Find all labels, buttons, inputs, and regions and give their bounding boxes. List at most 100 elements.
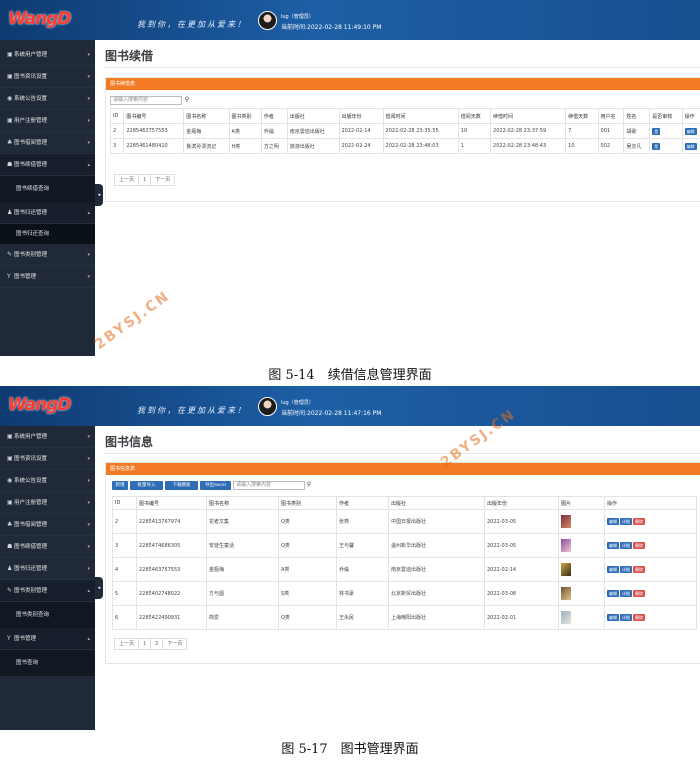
- header-bar: WangD 我到你，在更加从爱来！ lug（管理员） 当前时间:2022-02-…: [0, 386, 700, 426]
- sidebar-item[interactable]: ▣用户注册管理 ▾: [0, 492, 95, 514]
- user-name: lug（管理员）: [281, 14, 314, 20]
- sidebar-subitem[interactable]: 图书查询: [0, 650, 95, 676]
- data-table: ID 图书编号 图书名称 图书类别 作者 出版社 出版年份 借阅时间 借阅天数 续借时间 续借天数用…: [109, 108, 700, 154]
- sidebar-item[interactable]: Y 图书管理 ▴: [0, 628, 95, 650]
- menu-icon: ✎: [7, 251, 13, 258]
- table-row: 3 2285474686305 安徒生童话 Q类 王与馨 温州新华出版社 2022-03-0…: [112, 533, 697, 558]
- delete-button[interactable]: 删除: [633, 590, 645, 597]
- next-page-button[interactable]: 下一页: [150, 174, 176, 186]
- header-bar: WangD 我到你，在更加从爱来！ lug（管理员） 当前时间:2022-02-…: [0, 0, 700, 40]
- screenshot-renew: WangD 我到你，在更加从爱来！ lug（管理员） 当前时间:2022-02-…: [0, 0, 700, 356]
- download-template-button[interactable]: 下载模板: [165, 481, 198, 490]
- batch-import-button[interactable]: 批量导入: [130, 481, 163, 490]
- slogan: 我到你，在更加从爱来！: [137, 20, 247, 29]
- sidebar-item[interactable]: ✎ 图书类别管理 ▾: [0, 244, 95, 266]
- avatar[interactable]: [258, 397, 277, 416]
- detail-button[interactable]: 详细: [620, 614, 632, 621]
- prev-page-button[interactable]: 上一页: [114, 638, 140, 650]
- data-table: ID 图书编号 图书名称 图书类别 作者 出版社 出版年份 图片 操作 2 22854137679…: [112, 496, 697, 630]
- pagination: 上一页 1 下一页: [114, 174, 176, 186]
- main-content: 图书信息 图书信息表 新增 批量导入 下载模板 导出excel 请输入搜索内容 …: [103, 426, 700, 730]
- next-page-button[interactable]: 下一页: [162, 638, 188, 650]
- search-input[interactable]: 请输入搜索内容: [110, 96, 182, 105]
- sidebar-toggle-button[interactable]: ◂: [95, 184, 103, 206]
- sidebar-item[interactable]: Y 图书管理 ▾: [0, 266, 95, 288]
- sidebar-item[interactable]: ▣图书资讯设置 ▾: [0, 448, 95, 470]
- sidebar-item[interactable]: ♟ 图书归还管理 ▾: [0, 558, 95, 580]
- sidebar-item[interactable]: ♣ 图书借阅管理 ▾: [0, 132, 95, 154]
- panel-header: 图书续借表: [106, 78, 700, 90]
- sidebar-subitem[interactable]: 图书续借查询: [0, 176, 95, 202]
- sidebar-item[interactable]: ♣ 图书借阅管理 ▾: [0, 514, 95, 536]
- delete-button[interactable]: 删除: [633, 566, 645, 573]
- export-excel-button[interactable]: 导出excel: [200, 481, 231, 490]
- delete-button[interactable]: 删除: [633, 542, 645, 549]
- chevron-down-icon: ▾: [87, 500, 90, 506]
- delete-button[interactable]: 删除: [633, 518, 645, 525]
- edit-button[interactable]: 编辑: [684, 142, 697, 150]
- sidebar-item[interactable]: ▣用户注册管理 ▾: [0, 110, 95, 132]
- figure-caption: 图 5-17 图书管理界面: [281, 742, 419, 757]
- detail-button[interactable]: 详细: [620, 518, 632, 525]
- sidebar-item[interactable]: ♟ 图书归还管理 ▴: [0, 202, 95, 224]
- sidebar-item[interactable]: ◉ 系统公告设置 ▾: [0, 470, 95, 492]
- table-row: 2 2285463757553 金瓶梅 A类 乔倫 南京雲迪出版社 2022-02-14 20…: [109, 123, 700, 139]
- figure-caption: 图 5-14 续借信息管理界面: [268, 368, 432, 383]
- detail-button[interactable]: 详细: [620, 566, 632, 573]
- chevron-down-icon: ▾: [87, 274, 90, 280]
- edit-button[interactable]: 编辑: [607, 542, 619, 549]
- sidebar-item[interactable]: ☗ 图书续借管理 ▴: [0, 154, 95, 176]
- menu-icon: ▣: [7, 455, 13, 462]
- chevron-down-icon: ▾: [87, 434, 90, 440]
- edit-button[interactable]: 编辑: [607, 566, 619, 573]
- search-icon[interactable]: ⚲: [304, 481, 314, 490]
- chevron-down-icon: ▾: [87, 544, 90, 550]
- chevron-up-icon: ▴: [87, 588, 90, 594]
- sidebar-toggle-button[interactable]: ◂: [95, 577, 103, 599]
- sidebar-item[interactable]: ▣系统用户管理 ▾: [0, 44, 95, 66]
- edit-button[interactable]: 编辑: [607, 518, 619, 525]
- menu-icon: ♣: [7, 139, 13, 146]
- edit-button[interactable]: 编辑: [607, 590, 619, 597]
- menu-icon: Y: [7, 635, 11, 642]
- delete-button[interactable]: 删除: [633, 614, 645, 621]
- detail-button[interactable]: 详细: [620, 542, 632, 549]
- page-title: 图书续借: [105, 49, 154, 63]
- screenshot-books: WangD 我到你，在更加从爱来！ lug（管理员） 当前时间:2022-02-…: [0, 386, 700, 730]
- menu-icon: ✎: [7, 587, 13, 594]
- menu-icon: ♟: [7, 565, 13, 572]
- menu-icon: ♣: [7, 521, 13, 528]
- sidebar-subitem-active[interactable]: 图书归还查询: [0, 224, 95, 244]
- detail-button[interactable]: 详细: [620, 590, 632, 597]
- logo: WangD: [8, 9, 71, 29]
- panel: 图书信息表 新增 批量导入 下载模板 导出excel 请输入搜索内容 ⚲ ID 图…: [105, 462, 700, 664]
- sidebar-subitem[interactable]: 图书类别查询: [0, 602, 95, 628]
- sidebar-item[interactable]: ▣图书资讯设置 ▾: [0, 66, 95, 88]
- chevron-down-icon: ▾: [87, 522, 90, 528]
- menu-icon: ▣: [7, 51, 13, 58]
- avatar[interactable]: [258, 11, 277, 30]
- edit-button[interactable]: 编辑: [607, 614, 619, 621]
- chevron-down-icon: ▾: [87, 456, 90, 462]
- menu-icon: ☗: [7, 161, 13, 168]
- chevron-up-icon: ▴: [87, 210, 90, 216]
- sidebar-item[interactable]: ☗ 图书续借管理 ▾: [0, 536, 95, 558]
- prev-page-button[interactable]: 上一页: [114, 174, 140, 186]
- menu-icon: ▣: [7, 433, 13, 440]
- table-row: 6 2285422490931 简爱 Q类 王永民 上海楠阳出版社 2022-02-01 编辑…: [112, 605, 697, 630]
- chevron-down-icon: ▾: [87, 140, 90, 146]
- search-icon[interactable]: ⚲: [182, 96, 192, 105]
- sidebar-item[interactable]: ✎ 图书类别管理 ▴: [0, 580, 95, 602]
- menu-icon: ☗: [7, 543, 13, 550]
- sidebar-item[interactable]: ◉ 系统公告设置 ▾: [0, 88, 95, 110]
- edit-button[interactable]: 编辑: [684, 127, 697, 135]
- sidebar-item[interactable]: ▣系统用户管理 ▾: [0, 426, 95, 448]
- approved-badge: 是: [652, 142, 661, 150]
- chevron-down-icon: ▾: [87, 52, 90, 58]
- chevron-down-icon: ▾: [87, 252, 90, 258]
- menu-icon: ▣: [7, 117, 13, 124]
- page-title: 图书信息: [105, 435, 154, 449]
- logo: WangD: [8, 395, 71, 415]
- add-button[interactable]: 新增: [112, 481, 128, 490]
- search-input[interactable]: 请输入搜索内容: [233, 481, 305, 490]
